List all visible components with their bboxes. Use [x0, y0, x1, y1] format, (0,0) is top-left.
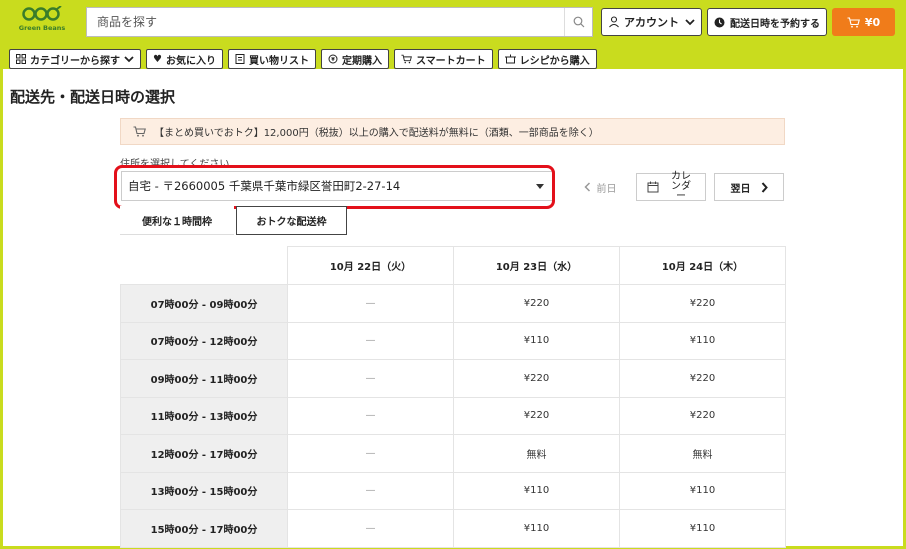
- page-title: 配送先・配送日時の選択: [10, 88, 176, 106]
- prev-day-label: 前日: [596, 183, 617, 195]
- table-row: 11時00分 - 13時00分 — ¥220 ¥220: [120, 396, 786, 435]
- time-slot-label: 15時00分 - 17時00分: [120, 509, 288, 548]
- calendar-button[interactable]: カレンダー: [636, 171, 706, 202]
- slot-cell: —: [287, 434, 454, 473]
- slot-cell[interactable]: ¥220: [453, 284, 620, 323]
- slot-cell: —: [287, 359, 454, 398]
- slot-cell[interactable]: ¥220: [619, 396, 786, 435]
- table-row: 09時00分 - 11時00分 — ¥220 ¥220: [120, 359, 786, 398]
- notice-text: 【まとめ買いでおトク】12,000円（税抜）以上の購入で配送料が無料に（酒類、一…: [154, 128, 599, 139]
- time-slot-label: 09時00分 - 11時00分: [120, 359, 288, 398]
- column-header-date: 10月 24日（木）: [619, 246, 786, 285]
- table-row: 13時00分 - 15時00分 — ¥110 ¥110: [120, 471, 786, 510]
- table-row: 07時00分 - 12時00分 — ¥110 ¥110: [120, 321, 786, 360]
- table-header-row: 10月 22日（火） 10月 23日（水） 10月 24日（木）: [120, 246, 786, 285]
- slot-cell: —: [287, 321, 454, 360]
- prev-day-button[interactable]: 前日: [568, 173, 632, 201]
- tab-deal-slots[interactable]: おトクな配送枠: [236, 206, 347, 235]
- next-day-button[interactable]: 翌日: [714, 173, 784, 201]
- slot-cell: —: [287, 284, 454, 323]
- slot-cell[interactable]: ¥110: [619, 321, 786, 360]
- time-slot-label: 11時00分 - 13時00分: [120, 396, 288, 435]
- table-row: 07時00分 - 09時00分 — ¥220 ¥220: [120, 284, 786, 323]
- slot-cell[interactable]: ¥110: [453, 321, 620, 360]
- slot-cell[interactable]: 無料: [453, 434, 620, 473]
- slot-cell[interactable]: ¥220: [619, 284, 786, 323]
- slot-cell[interactable]: ¥110: [619, 471, 786, 510]
- time-slot-label: 07時00分 - 12時00分: [120, 321, 288, 360]
- slot-cell: —: [287, 396, 454, 435]
- time-slot-label: 12時00分 - 17時00分: [120, 434, 288, 473]
- slot-cell[interactable]: ¥220: [619, 359, 786, 398]
- chevron-left-icon: [583, 182, 590, 192]
- time-slot-label: 07時00分 - 09時00分: [120, 284, 288, 323]
- calendar-icon: [647, 181, 659, 193]
- column-header-date: 10月 23日（水）: [453, 246, 620, 285]
- address-value: 自宅 - 〒2660005 千葉県千葉市緑区誉田町2-27-14: [128, 179, 401, 193]
- next-day-label: 翌日: [730, 183, 751, 195]
- table-row: 15時00分 - 17時00分 — ¥110 ¥110: [120, 509, 786, 548]
- slot-cell: —: [287, 509, 454, 548]
- slot-cell[interactable]: ¥110: [453, 471, 620, 510]
- slot-type-tabs: 便利な１時間枠 おトクな配送枠: [120, 206, 347, 235]
- table-row: 12時00分 - 17時00分 — 無料 無料: [120, 434, 786, 473]
- slot-cell[interactable]: 無料: [619, 434, 786, 473]
- address-label: 住所を選択してください: [120, 159, 230, 170]
- slot-cell[interactable]: ¥220: [453, 396, 620, 435]
- slot-cell: —: [287, 471, 454, 510]
- column-header-date: 10月 22日（火）: [287, 246, 454, 285]
- tab-one-hour[interactable]: 便利な１時間枠: [120, 206, 234, 235]
- slot-cell[interactable]: ¥110: [453, 509, 620, 548]
- delivery-slot-table: 10月 22日（火） 10月 23日（水） 10月 24日（木） 07時00分 …: [120, 246, 786, 548]
- slot-cell[interactable]: ¥220: [453, 359, 620, 398]
- table-corner: [120, 246, 288, 285]
- calendar-label: カレンダー: [671, 171, 691, 202]
- slot-cell[interactable]: ¥110: [619, 509, 786, 548]
- dropdown-caret-icon: [536, 184, 544, 189]
- address-select[interactable]: 自宅 - 〒2660005 千葉県千葉市緑区誉田町2-27-14: [121, 171, 555, 201]
- cart-icon: [133, 126, 146, 137]
- chevron-right-icon: [761, 181, 768, 193]
- time-slot-label: 13時00分 - 15時00分: [120, 471, 288, 510]
- free-shipping-notice: 【まとめ買いでおトク】12,000円（税抜）以上の購入で配送料が無料に（酒類、一…: [120, 118, 785, 145]
